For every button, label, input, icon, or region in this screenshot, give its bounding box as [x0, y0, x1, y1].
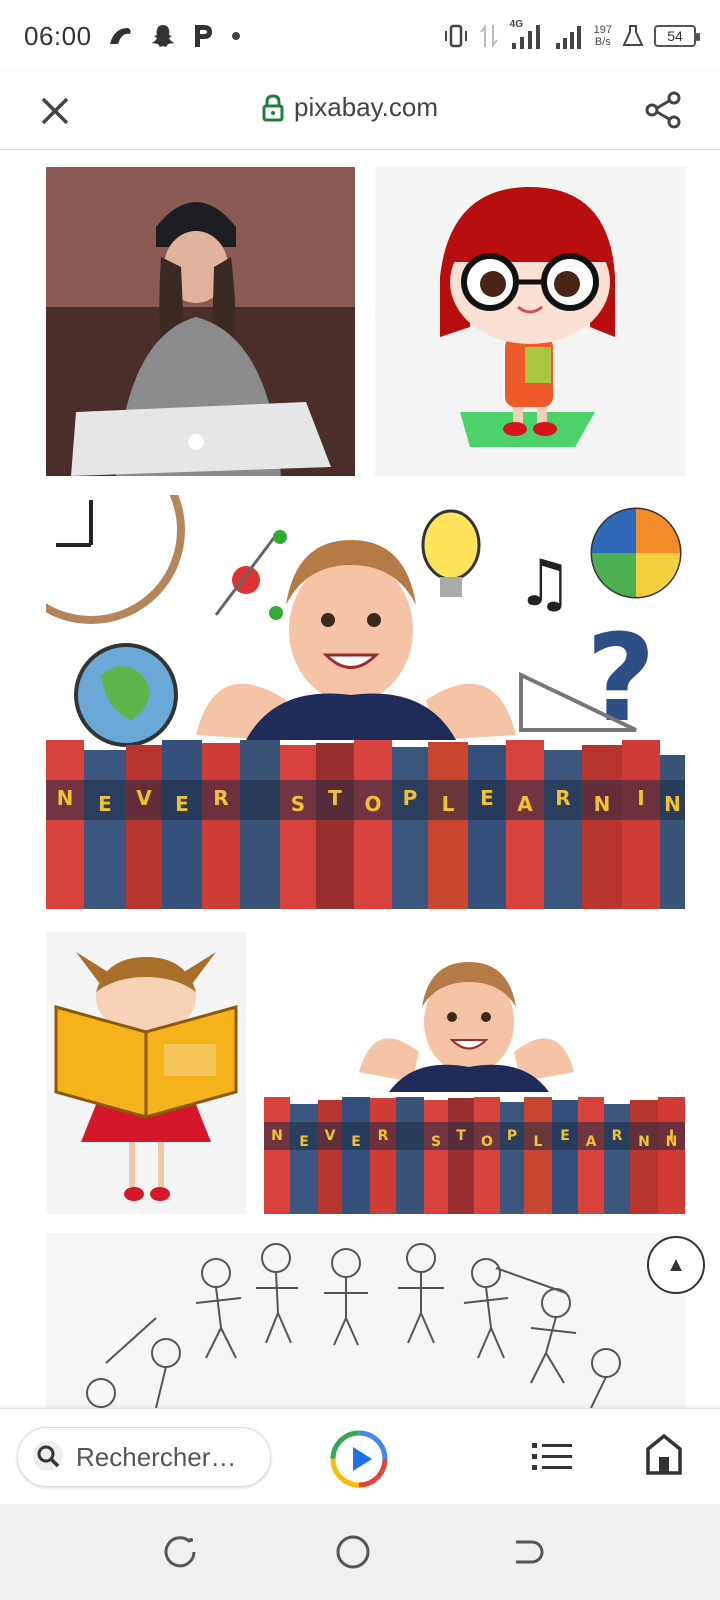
arrow-up-icon: ▲ [666, 1253, 686, 1276]
battery-indicator: 54 [654, 25, 700, 47]
signal-2-icon [555, 26, 581, 49]
home-nav-icon[interactable] [333, 1532, 373, 1572]
image-stick-figures[interactable] [46, 1233, 685, 1408]
book-letter: O [481, 1134, 493, 1150]
book-letter: E [175, 792, 189, 816]
book-letter: N [666, 1134, 678, 1150]
book-letter: P [507, 1128, 517, 1144]
system-nav-bar [0, 1504, 720, 1600]
scroll-to-top-button[interactable]: ▲ [647, 1236, 705, 1294]
flask-icon [622, 25, 644, 46]
vibrate-icon [444, 24, 467, 48]
bird-icon [109, 28, 131, 44]
status-right: 4G 197 B/s 54 [442, 19, 700, 51]
book-letter: V [325, 1128, 336, 1144]
lock-icon [262, 93, 284, 121]
browser-header: pixabay.com [0, 72, 720, 150]
signal-4g: 4G [508, 19, 544, 51]
book-letter: P [403, 786, 418, 810]
book-letter: N [271, 1128, 283, 1144]
book-letter: O [364, 792, 381, 816]
back-icon[interactable] [506, 1532, 546, 1572]
status-left-icons [108, 23, 242, 49]
book-letter: L [442, 792, 455, 816]
book-letter: A [586, 1134, 597, 1150]
p-app-icon [194, 25, 212, 47]
net-speed: 197 B/s [594, 24, 612, 48]
book-letter: S [291, 792, 305, 816]
woman-laptop-illustration [46, 167, 355, 476]
book-letter: E [480, 786, 494, 810]
book-letter: R [378, 1128, 389, 1144]
search-placeholder: Rechercher… [76, 1441, 237, 1472]
list-icon[interactable] [532, 1439, 572, 1475]
book-letter: N [594, 792, 611, 816]
net-speed-value: 197 [593, 24, 612, 36]
url-text: pixabay.com [294, 92, 439, 122]
girl-reading-illustration [54, 952, 238, 1201]
data-transfer-icon [479, 24, 498, 48]
book-letter: R [612, 1128, 623, 1144]
bottom-toolbar: Rechercher… [0, 1408, 720, 1504]
image-gallery: ♫ ? N E V E R S T O P L E A R N I N N E … [0, 150, 720, 1408]
close-icon[interactable] [38, 94, 72, 128]
image-woman-laptop[interactable] [46, 167, 355, 476]
share-icon[interactable] [644, 90, 684, 130]
never-stop-learning-illustration: ♫ ? N E V E R S T O P L E A R N I N [46, 495, 685, 909]
book-letter: E [351, 1134, 361, 1150]
snapchat-icon [151, 25, 174, 47]
cartoon-girl-illustration [440, 187, 615, 447]
books-row: NEVERSTOPLEARNIN [46, 740, 685, 909]
image-cartoon-girl-glasses[interactable] [375, 167, 685, 476]
book-letter: E [299, 1134, 309, 1150]
signal-icon [511, 25, 540, 49]
book-letter: E [560, 1128, 570, 1144]
recents-icon[interactable] [160, 1532, 200, 1572]
svg-text:♫: ♫ [516, 547, 573, 621]
net-speed-unit: B/s [594, 36, 611, 48]
never-stop-learning-small-illustration: N E V E R S T O P L E A R N IN [264, 962, 685, 1214]
books-row-small: N E V E R S T O P L E A R N IN [264, 1097, 685, 1214]
book-letter: R [555, 786, 570, 810]
stick-figures-illustration [86, 1243, 621, 1408]
battery-level: 54 [667, 28, 683, 44]
book-letter: N [57, 786, 74, 810]
play-icon[interactable] [329, 1429, 389, 1489]
search-icon [33, 1441, 63, 1471]
image-never-stop-learning-large[interactable]: ♫ ? N E V E R S T O P L E A R N I N [46, 495, 685, 909]
status-bar: 06:00 4G 197 B/s 54 [0, 0, 720, 72]
url-bar[interactable]: pixabay.com [262, 92, 438, 123]
image-never-stop-learning-small[interactable]: NEVERSTOPLEARNIN [264, 932, 685, 1214]
book-letter: N [664, 792, 681, 816]
search-bar[interactable]: Rechercher… [17, 1427, 271, 1487]
book-letter: A [517, 792, 533, 816]
book-letter: T [328, 786, 342, 810]
book-letter: I [637, 786, 644, 810]
dot-icon [231, 32, 240, 40]
book-letter: T [456, 1128, 466, 1144]
book-letter: S [431, 1134, 441, 1150]
image-girl-reading-book[interactable] [46, 932, 246, 1214]
book-letter: R [213, 786, 228, 810]
status-time: 06:00 [24, 20, 92, 51]
book-letter: E [98, 792, 112, 816]
book-letter: L [534, 1134, 543, 1150]
home-icon[interactable] [646, 1433, 682, 1475]
book-letter: V [136, 786, 152, 810]
book-letter: N [638, 1134, 650, 1150]
